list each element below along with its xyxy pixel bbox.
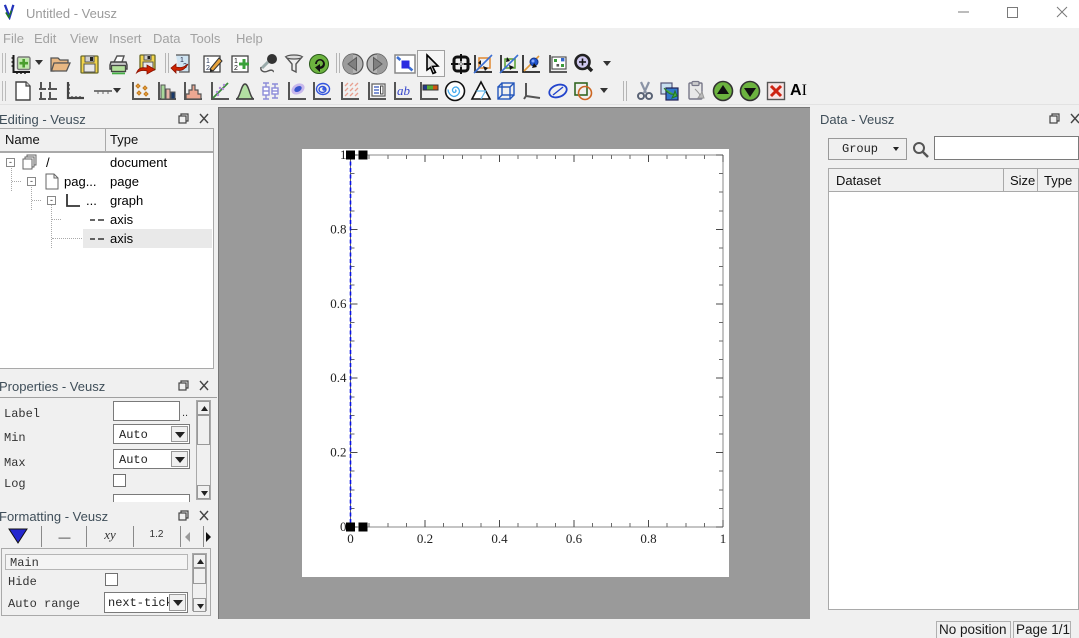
- svg-text:0.4: 0.4: [491, 531, 508, 546]
- svg-text:0.6: 0.6: [566, 531, 583, 546]
- svg-text:1: 1: [206, 58, 210, 65]
- svg-text:0.4: 0.4: [330, 370, 347, 385]
- svg-text:2: 2: [206, 65, 210, 72]
- svg-text:0.8: 0.8: [330, 221, 346, 236]
- svg-text:1: 1: [720, 531, 727, 546]
- svg-text:1: 1: [234, 58, 238, 65]
- svg-text:1: 1: [340, 149, 347, 162]
- svg-text:2: 2: [234, 65, 238, 72]
- svg-text:0.2: 0.2: [417, 531, 433, 546]
- svg-text:ab: ab: [397, 83, 411, 98]
- svg-text:0: 0: [340, 519, 347, 534]
- svg-text:0.2: 0.2: [330, 445, 346, 460]
- svg-text:0.6: 0.6: [330, 296, 347, 311]
- svg-text:0.8: 0.8: [640, 531, 656, 546]
- svg-text:0: 0: [347, 531, 354, 546]
